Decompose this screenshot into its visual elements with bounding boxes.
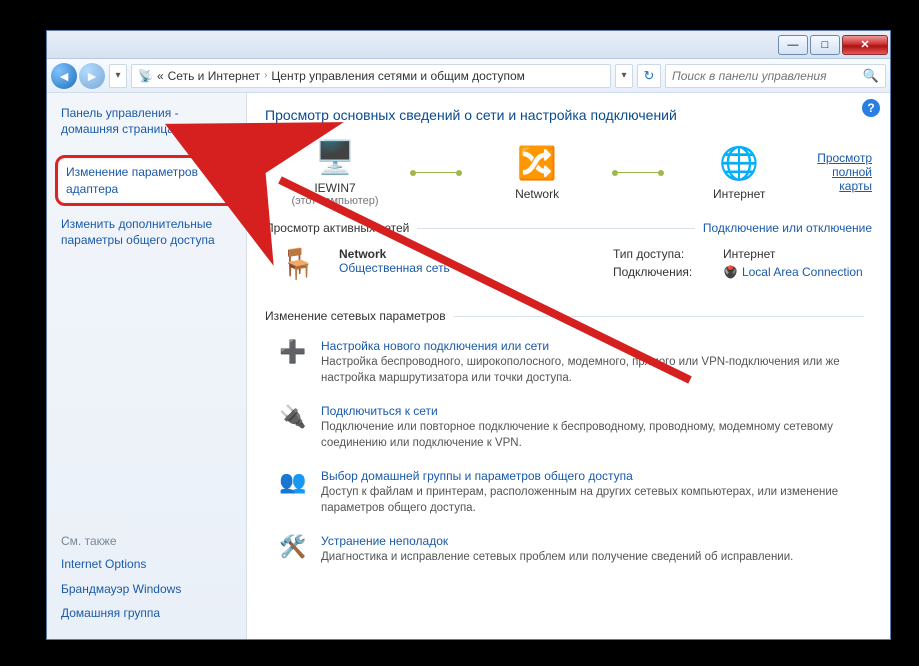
map-node-label: Network: [467, 187, 607, 201]
task-troubleshoot: 🛠️ Устранение неполадок Диагностика и ис…: [265, 526, 872, 576]
network-icon: 📡: [138, 69, 153, 83]
task-desc: Доступ к файлам и принтерам, расположенн…: [321, 485, 872, 516]
search-input[interactable]: [672, 69, 879, 83]
refresh-button[interactable]: ↻: [637, 64, 661, 88]
map-connector: [615, 172, 661, 173]
task-homegroup: 👥 Выбор домашней группы и параметров общ…: [265, 461, 872, 526]
highlight-box: Изменение параметров адаптера: [55, 155, 240, 205]
computer-icon: 🖥️: [312, 137, 358, 177]
maximize-button[interactable]: □: [810, 35, 840, 55]
navbar: ◄ ► ▾ 📡 « Сеть и Интернет › Центр управл…: [47, 59, 890, 93]
back-button[interactable]: ◄: [51, 63, 77, 89]
network-node-icon: 🔀: [514, 143, 560, 183]
breadcrumb-ellipsis: «: [157, 69, 164, 83]
new-connection-icon: ➕: [279, 339, 309, 369]
breadcrumb-dropdown[interactable]: ▾: [615, 64, 633, 88]
bench-icon: 🪑: [279, 247, 325, 287]
task-new-connection: ➕ Настройка нового подключения или сети …: [265, 331, 872, 396]
task-link[interactable]: Настройка нового подключения или сети: [321, 339, 549, 353]
connections-label: Подключения:: [613, 265, 723, 279]
access-type-value: Интернет: [723, 247, 775, 261]
task-link[interactable]: Устранение неполадок: [321, 534, 448, 548]
network-name: Network: [339, 247, 599, 261]
network-type-link[interactable]: Общественная сеть: [339, 261, 450, 275]
breadcrumb[interactable]: 📡 « Сеть и Интернет › Центр управления с…: [131, 64, 611, 88]
ethernet-icon: 🖲️: [723, 265, 738, 279]
globe-icon: 🌐: [716, 143, 762, 183]
active-networks-section: Просмотр активных сетей Подключение или …: [265, 221, 872, 295]
see-also-internet-options[interactable]: Internet Options: [61, 556, 234, 572]
close-button[interactable]: ✕: [842, 35, 888, 55]
map-node-sublabel: (этот компьютер): [265, 195, 405, 207]
sidebar-see-also: См. также Internet Options Брандмауэр Wi…: [61, 534, 234, 629]
task-link[interactable]: Подключиться к сети: [321, 404, 438, 418]
breadcrumb-part[interactable]: Сеть и Интернет: [168, 69, 260, 83]
sidebar-adapter-link[interactable]: Изменение параметров адаптера: [66, 164, 229, 196]
troubleshoot-icon: 🛠️: [279, 534, 309, 564]
see-also-heading: См. также: [61, 534, 234, 548]
sidebar-advanced-link[interactable]: Изменить дополнительные параметры общего…: [61, 216, 234, 248]
task-desc: Подключение или повторное подключение к …: [321, 420, 872, 451]
page-title: Просмотр основных сведений о сети и наст…: [265, 107, 872, 123]
task-desc: Настройка беспроводного, широкополосного…: [321, 355, 872, 386]
see-also-homegroup[interactable]: Домашняя группа: [61, 605, 234, 621]
section-title: Просмотр активных сетей: [265, 221, 409, 235]
map-connector: [413, 172, 459, 173]
breadcrumb-part[interactable]: Центр управления сетями и общим доступом: [271, 69, 525, 83]
recent-locations-button[interactable]: ▾: [109, 64, 127, 88]
section-title: Изменение сетевых параметров: [265, 309, 446, 323]
map-node-label: IEWIN7: [265, 181, 405, 195]
connect-disconnect-link[interactable]: Подключение или отключение: [703, 221, 872, 235]
task-connect: 🔌 Подключиться к сети Подключение или по…: [265, 396, 872, 461]
sidebar: Панель управления - домашняя страница Из…: [47, 93, 247, 639]
change-settings-section: Изменение сетевых параметров ➕ Настройка…: [265, 309, 872, 576]
full-map-link[interactable]: Просмотр полной карты: [817, 151, 872, 193]
connection-link[interactable]: 🖲️Local Area Connection: [723, 265, 863, 279]
help-icon[interactable]: ?: [862, 99, 880, 117]
task-link[interactable]: Выбор домашней группы и параметров общег…: [321, 469, 633, 483]
network-map: 🖥️ IEWIN7 (этот компьютер) 🔀 Network 🌐 И…: [265, 137, 872, 207]
titlebar: — □ ✕: [47, 31, 890, 59]
minimize-button[interactable]: —: [778, 35, 808, 55]
see-also-firewall[interactable]: Брандмауэр Windows: [61, 581, 234, 597]
window: — □ ✕ ◄ ► ▾ 📡 « Сеть и Интернет › Центр …: [46, 30, 891, 640]
chevron-right-icon: ›: [264, 70, 267, 81]
map-node-label: Интернет: [669, 187, 809, 201]
main-content: ? Просмотр основных сведений о сети и на…: [247, 93, 890, 639]
search-box[interactable]: 🔍: [665, 64, 886, 88]
connect-icon: 🔌: [279, 404, 309, 434]
search-icon: 🔍: [863, 68, 879, 84]
sidebar-home-link[interactable]: Панель управления - домашняя страница: [61, 105, 234, 137]
nav-arrows: ◄ ►: [51, 63, 105, 89]
forward-button[interactable]: ►: [79, 63, 105, 89]
homegroup-icon: 👥: [279, 469, 309, 499]
access-type-label: Тип доступа:: [613, 247, 723, 261]
task-desc: Диагностика и исправление сетевых пробле…: [321, 550, 793, 566]
